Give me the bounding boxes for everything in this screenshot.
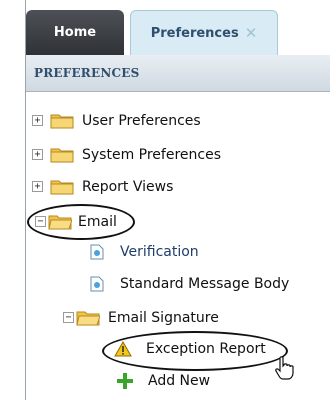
tree-item-label: Standard Message Body [120,276,290,292]
panel-title: PREFERENCES [34,66,140,80]
folder-icon [50,112,74,129]
tab-preferences[interactable]: Preferences ✕ [130,10,278,55]
tab-home-label: Home [53,25,97,40]
tree-item-label: User Preferences [82,112,201,129]
tree-item-add-new[interactable]: Add New [116,372,210,390]
tab-bar: Home Preferences ✕ [26,0,330,55]
tab-home[interactable]: Home [26,10,124,55]
tree-item-standard-message-body[interactable]: Standard Message Body [90,276,289,292]
folder-open-icon [76,309,100,326]
expand-icon[interactable]: + [32,149,43,160]
expand-icon[interactable]: + [32,181,43,192]
tree-item-report-views[interactable]: + Report Views [32,178,173,195]
tree-item-label: Add New [148,373,211,389]
tree-item-email-signature[interactable]: − Email Signature [63,309,219,326]
panel-header: PREFERENCES [26,55,330,92]
tree-item-verification[interactable]: Verification [90,244,199,260]
hand-cursor-icon [274,356,296,384]
collapse-icon[interactable]: − [35,216,46,227]
tree-item-label: Email Signature [108,309,219,326]
tree-item-system-preferences[interactable]: + System Preferences [32,146,221,163]
tree-item-label: Report Views [82,178,174,195]
tree-item-email[interactable]: − Email [35,213,117,230]
warning-icon [114,341,132,357]
preferences-window: Home Preferences ✕ PREFERENCES + User Pr… [25,0,330,400]
tree-item-user-preferences[interactable]: + User Preferences [32,112,201,129]
folder-icon [50,146,74,163]
folder-icon [50,178,74,195]
collapse-icon[interactable]: − [63,312,74,323]
expand-icon[interactable]: + [32,115,43,126]
document-icon [90,244,104,260]
folder-open-icon [48,213,72,230]
document-icon [90,276,104,292]
close-tab-icon[interactable]: ✕ [245,24,258,42]
tab-preferences-label: Preferences [150,25,239,41]
tree-item-label: System Preferences [82,146,221,163]
tree-item-label: Email [78,213,117,230]
tree-item-label: Verification [120,244,199,260]
tree-item-exception-report[interactable]: Exception Report [114,341,266,357]
plus-icon [116,372,134,390]
tree-item-label: Exception Report [146,341,266,357]
